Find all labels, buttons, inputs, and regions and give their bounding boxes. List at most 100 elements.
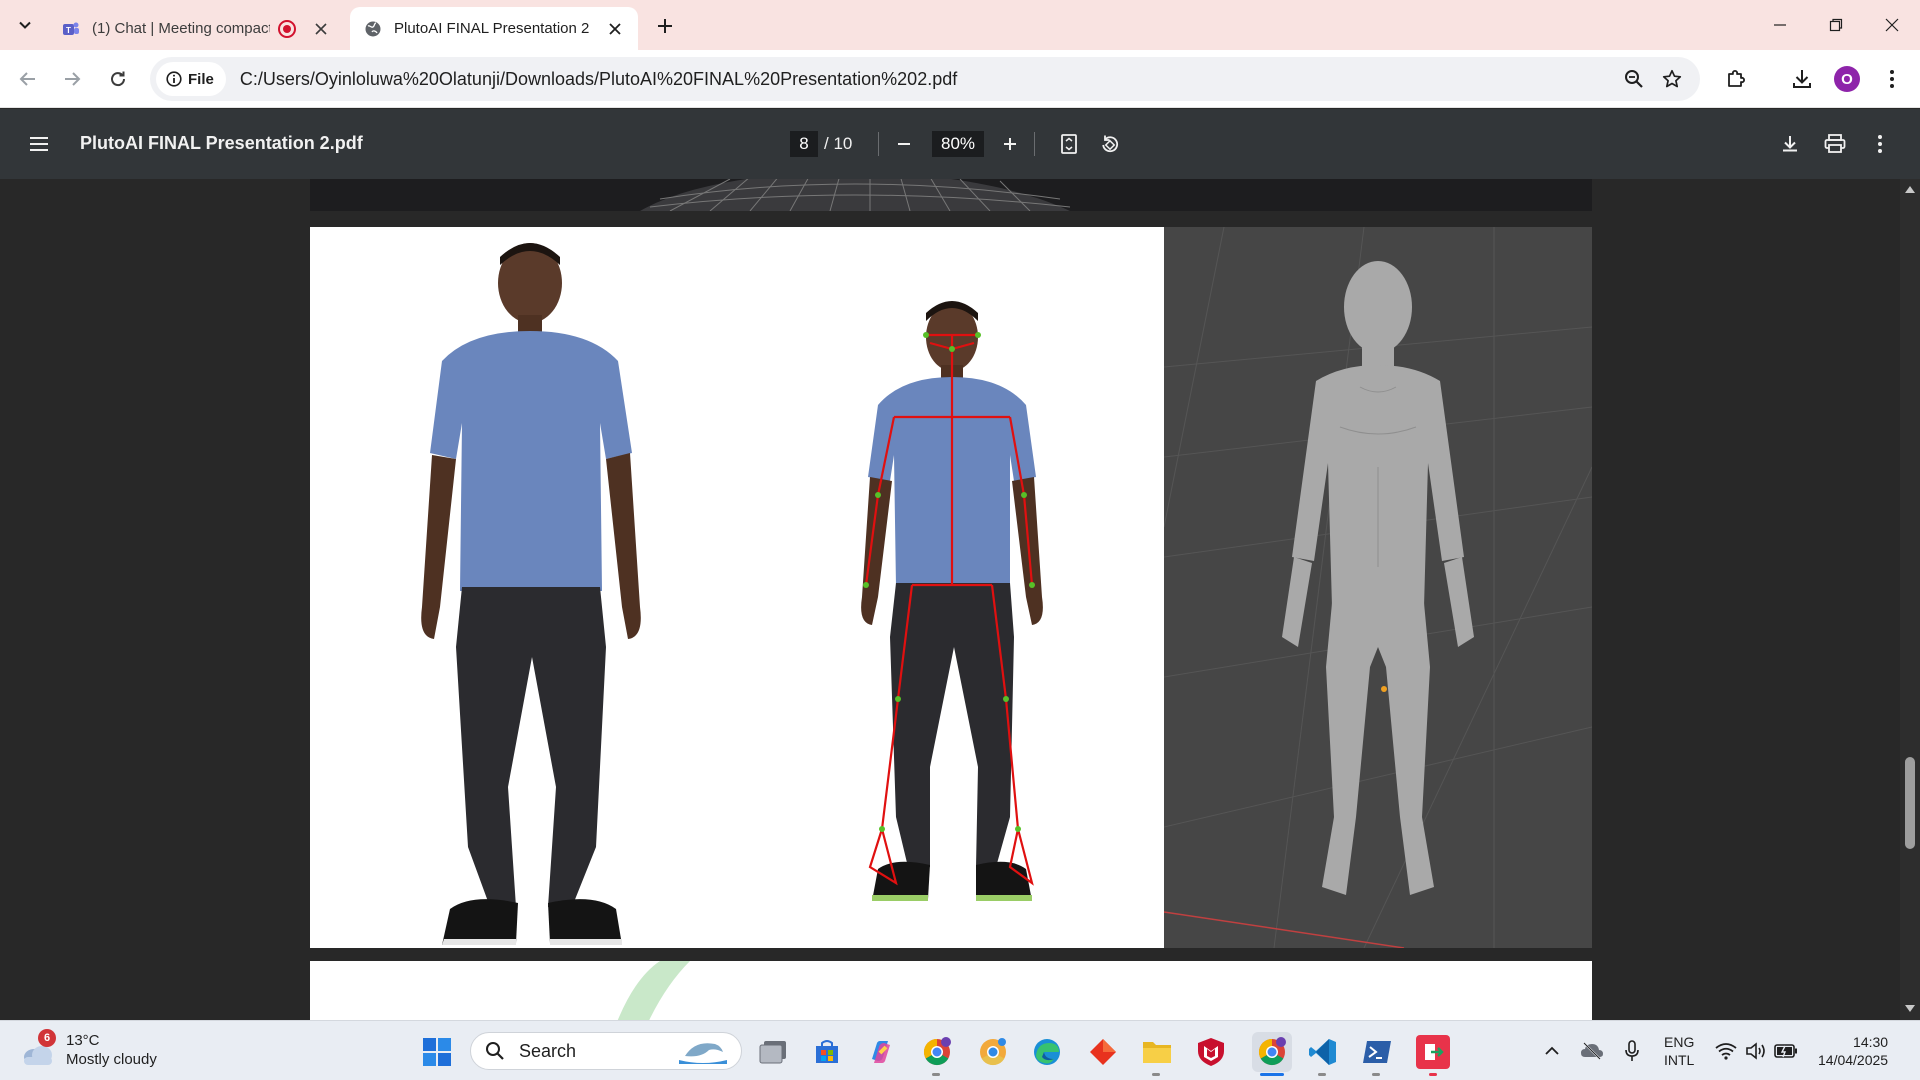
microphone-icon [1625, 1040, 1639, 1061]
onedrive-button[interactable] [1580, 1039, 1604, 1063]
file-explorer-button[interactable] [1140, 1035, 1174, 1069]
battery-charging-icon [1774, 1044, 1797, 1058]
close-tab-icon[interactable] [604, 18, 626, 40]
search-label: Search [519, 1040, 577, 1061]
chrome-profile-button[interactable] [920, 1035, 954, 1069]
battery-button[interactable] [1774, 1039, 1798, 1063]
vscode-icon [1309, 1039, 1336, 1065]
chrome-active-button[interactable] [1252, 1032, 1292, 1072]
fit-page-icon [1061, 134, 1077, 154]
minimize-icon [1774, 24, 1786, 26]
zoom-in-button[interactable] [996, 130, 1024, 158]
reload-icon [111, 71, 126, 87]
pdf-document-title: PlutoAI FINAL Presentation 2.pdf [80, 133, 363, 153]
next-page-fragment [310, 961, 1592, 1020]
tab-teams-chat[interactable]: T (1) Chat | Meeting compact [48, 7, 344, 50]
plus-icon [658, 19, 672, 33]
tab-pdf[interactable]: PlutoAI FINAL Presentation 2.pdf [350, 7, 638, 50]
rotate-icon [1102, 135, 1119, 153]
plus-icon [1004, 138, 1016, 150]
weather-badge: 6 [38, 1029, 56, 1047]
photo-panel [310, 227, 1164, 948]
app-red-diamond-button[interactable] [1086, 1035, 1120, 1069]
star-icon [1662, 69, 1682, 88]
browser-toolbar: File C:/Users/Oyinloluwa%20Olatunji/Down… [0, 50, 1920, 108]
mcafee-button[interactable] [1194, 1035, 1228, 1069]
scrollbar-thumb[interactable] [1905, 757, 1915, 849]
tab-title: (1) Chat | Meeting compact [92, 20, 270, 37]
copilot-icon [872, 1041, 890, 1063]
wifi-button[interactable] [1714, 1039, 1738, 1063]
scroll-down-arrow-icon[interactable] [1904, 1003, 1916, 1015]
origin-marker [1381, 686, 1387, 692]
close-tab-icon[interactable] [310, 18, 332, 40]
scroll-up-arrow-icon[interactable] [1904, 183, 1916, 195]
tab-title: PlutoAI FINAL Presentation 2.pdf [394, 20, 590, 37]
volume-button[interactable] [1744, 1039, 1768, 1063]
print-button[interactable] [1821, 130, 1849, 158]
vscode-button[interactable] [1306, 1035, 1340, 1069]
store-icon [816, 1040, 838, 1063]
zoom-out-button[interactable] [890, 130, 918, 158]
app-red-arrow-button[interactable] [1416, 1035, 1450, 1069]
microphone-button[interactable] [1620, 1039, 1644, 1063]
chevron-up-icon [1545, 1046, 1559, 1055]
system-clock[interactable]: 14:30 14/04/2025 [1818, 1033, 1888, 1069]
pdf-sidebar-toggle[interactable] [26, 131, 52, 157]
page-total: / 10 [824, 134, 853, 153]
printer-icon [1824, 134, 1846, 153]
weather-temperature: 13°C [66, 1032, 100, 1049]
extensions-button[interactable] [1722, 65, 1750, 93]
red-diamond-app-icon [1090, 1039, 1116, 1065]
back-button[interactable] [14, 65, 42, 93]
bookmark-button[interactable] [1660, 67, 1684, 91]
address-bar[interactable]: File C:/Users/Oyinloluwa%20Olatunji/Down… [150, 57, 1700, 101]
pdf-viewport[interactable] [0, 179, 1920, 1020]
new-tab-button[interactable] [652, 13, 678, 39]
previous-page-fragment [310, 179, 1592, 211]
wifi-icon [1715, 1043, 1737, 1060]
exit-arrow-icon [1425, 1044, 1444, 1060]
pdf-scrollbar[interactable] [1900, 179, 1920, 1020]
site-info-chip[interactable]: File [156, 62, 226, 96]
pdf-download-button[interactable] [1776, 130, 1804, 158]
page-number-input[interactable]: 8 [790, 131, 818, 157]
weather-widget[interactable]: 6 13°C Mostly cloudy [20, 1029, 157, 1069]
running-indicator [1152, 1073, 1160, 1076]
task-view-button[interactable] [756, 1035, 790, 1069]
search-icon [486, 1042, 504, 1060]
edge-button[interactable] [1030, 1035, 1064, 1069]
profile-avatar[interactable]: O [1834, 66, 1860, 92]
url-text[interactable]: C:/Users/Oyinloluwa%20Olatunji/Downloads… [240, 69, 957, 90]
show-hidden-icons-button[interactable] [1540, 1039, 1564, 1063]
close-window-button[interactable] [1864, 0, 1920, 50]
chrome-menu-button[interactable] [1878, 65, 1906, 93]
teams-icon: T [63, 22, 79, 35]
pdf-more-actions-button[interactable] [1866, 130, 1894, 158]
language-code: ENG [1664, 1034, 1695, 1050]
forward-button[interactable] [58, 65, 86, 93]
wireframe-image [310, 179, 1592, 211]
more-vertical-icon [1890, 70, 1894, 88]
taskbar-search[interactable]: Search [470, 1032, 742, 1070]
rotate-button[interactable] [1096, 130, 1124, 158]
zoom-level-input[interactable]: 80% [932, 131, 984, 157]
fit-page-button[interactable] [1055, 130, 1083, 158]
reload-button[interactable] [104, 65, 132, 93]
cloud-offline-icon [1581, 1042, 1603, 1060]
copilot-button[interactable] [864, 1035, 898, 1069]
restore-button[interactable] [1808, 0, 1864, 50]
chrome-canary-button[interactable] [976, 1035, 1010, 1069]
zoom-indicator-button[interactable] [1622, 67, 1646, 91]
close-icon [1885, 18, 1899, 32]
downloads-button[interactable] [1788, 65, 1816, 93]
start-button[interactable] [422, 1037, 452, 1067]
microsoft-store-button[interactable] [810, 1035, 844, 1069]
input-language[interactable]: ENG INTL [1664, 1033, 1694, 1069]
toolbar-divider [878, 132, 879, 156]
minimize-button[interactable] [1752, 0, 1808, 50]
recording-indicator-icon [278, 19, 296, 38]
tab-search-button[interactable] [12, 12, 38, 38]
chrome-canary-icon [980, 1038, 1006, 1066]
powershell-button[interactable] [1360, 1035, 1394, 1069]
